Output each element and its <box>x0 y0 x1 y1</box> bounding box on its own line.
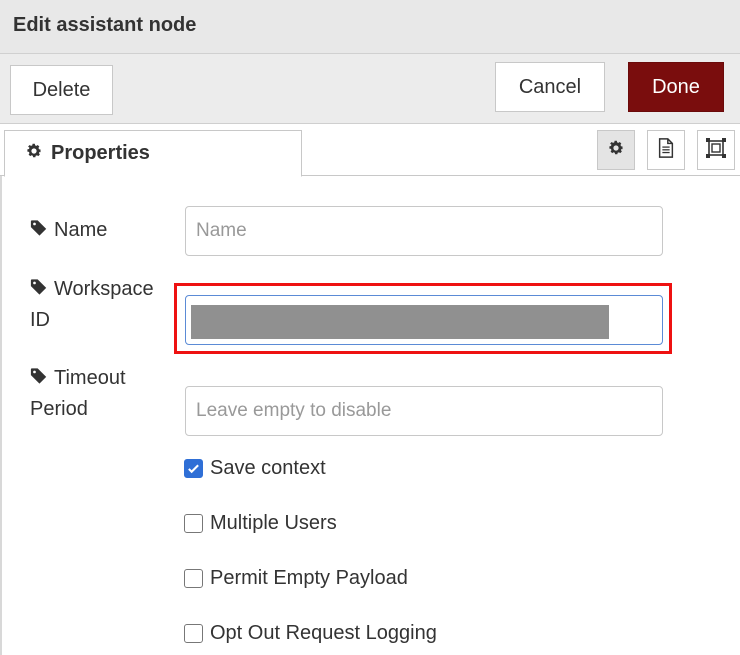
workspace-id-label: Workspace ID <box>30 274 170 335</box>
permit-empty-payload-option[interactable]: Permit Empty Payload <box>184 567 408 590</box>
description-tab-button[interactable] <box>647 130 685 170</box>
timeout-period-label: Timeout Period <box>30 363 170 424</box>
dialog-titlebar: Edit assistant node <box>0 0 740 54</box>
save-context-label: Save context <box>210 457 326 479</box>
save-context-checkbox[interactable] <box>184 459 203 478</box>
opt-out-request-logging-label: Opt Out Request Logging <box>210 622 437 644</box>
settings-tab-button[interactable] <box>597 130 635 170</box>
done-button[interactable]: Done <box>628 62 724 112</box>
tag-icon <box>30 275 48 305</box>
multiple-users-label: Multiple Users <box>210 512 337 534</box>
tab-properties-label: Properties <box>51 142 150 164</box>
multiple-users-option[interactable]: Multiple Users <box>184 512 337 535</box>
panel-edge <box>0 176 2 655</box>
cancel-button[interactable]: Cancel <box>495 62 605 112</box>
appearance-tab-button[interactable] <box>697 130 735 170</box>
opt-out-request-logging-checkbox[interactable] <box>184 624 203 643</box>
delete-button[interactable]: Delete <box>10 65 113 115</box>
tab-properties[interactable]: Properties <box>4 130 302 177</box>
timeout-label-line2: Period <box>30 397 88 420</box>
gear-icon <box>25 142 43 165</box>
timeout-period-input[interactable] <box>185 386 663 436</box>
tag-icon <box>30 216 48 246</box>
workspace-id-label-line2: ID <box>30 308 50 331</box>
name-label-text: Name <box>54 219 108 241</box>
gear-icon <box>607 139 625 162</box>
dialog-toolbar: Delete Cancel Done <box>0 54 740 124</box>
multiple-users-checkbox[interactable] <box>184 514 203 533</box>
opt-out-request-logging-option[interactable]: Opt Out Request Logging <box>184 622 437 645</box>
workspace-id-label-line1: Workspace <box>54 278 154 300</box>
dialog-title: Edit assistant node <box>13 14 197 36</box>
save-context-option[interactable]: Save context <box>184 457 326 480</box>
timeout-label-line1: Timeout <box>54 367 126 389</box>
redacted-value <box>191 305 609 339</box>
permit-empty-payload-checkbox[interactable] <box>184 569 203 588</box>
tab-bar: Properties <box>0 124 740 177</box>
name-input[interactable] <box>185 206 663 256</box>
document-icon <box>657 137 675 163</box>
name-label: Name <box>30 215 107 246</box>
permit-empty-payload-label: Permit Empty Payload <box>210 567 408 589</box>
frame-icon <box>705 137 727 164</box>
tag-icon <box>30 364 48 394</box>
